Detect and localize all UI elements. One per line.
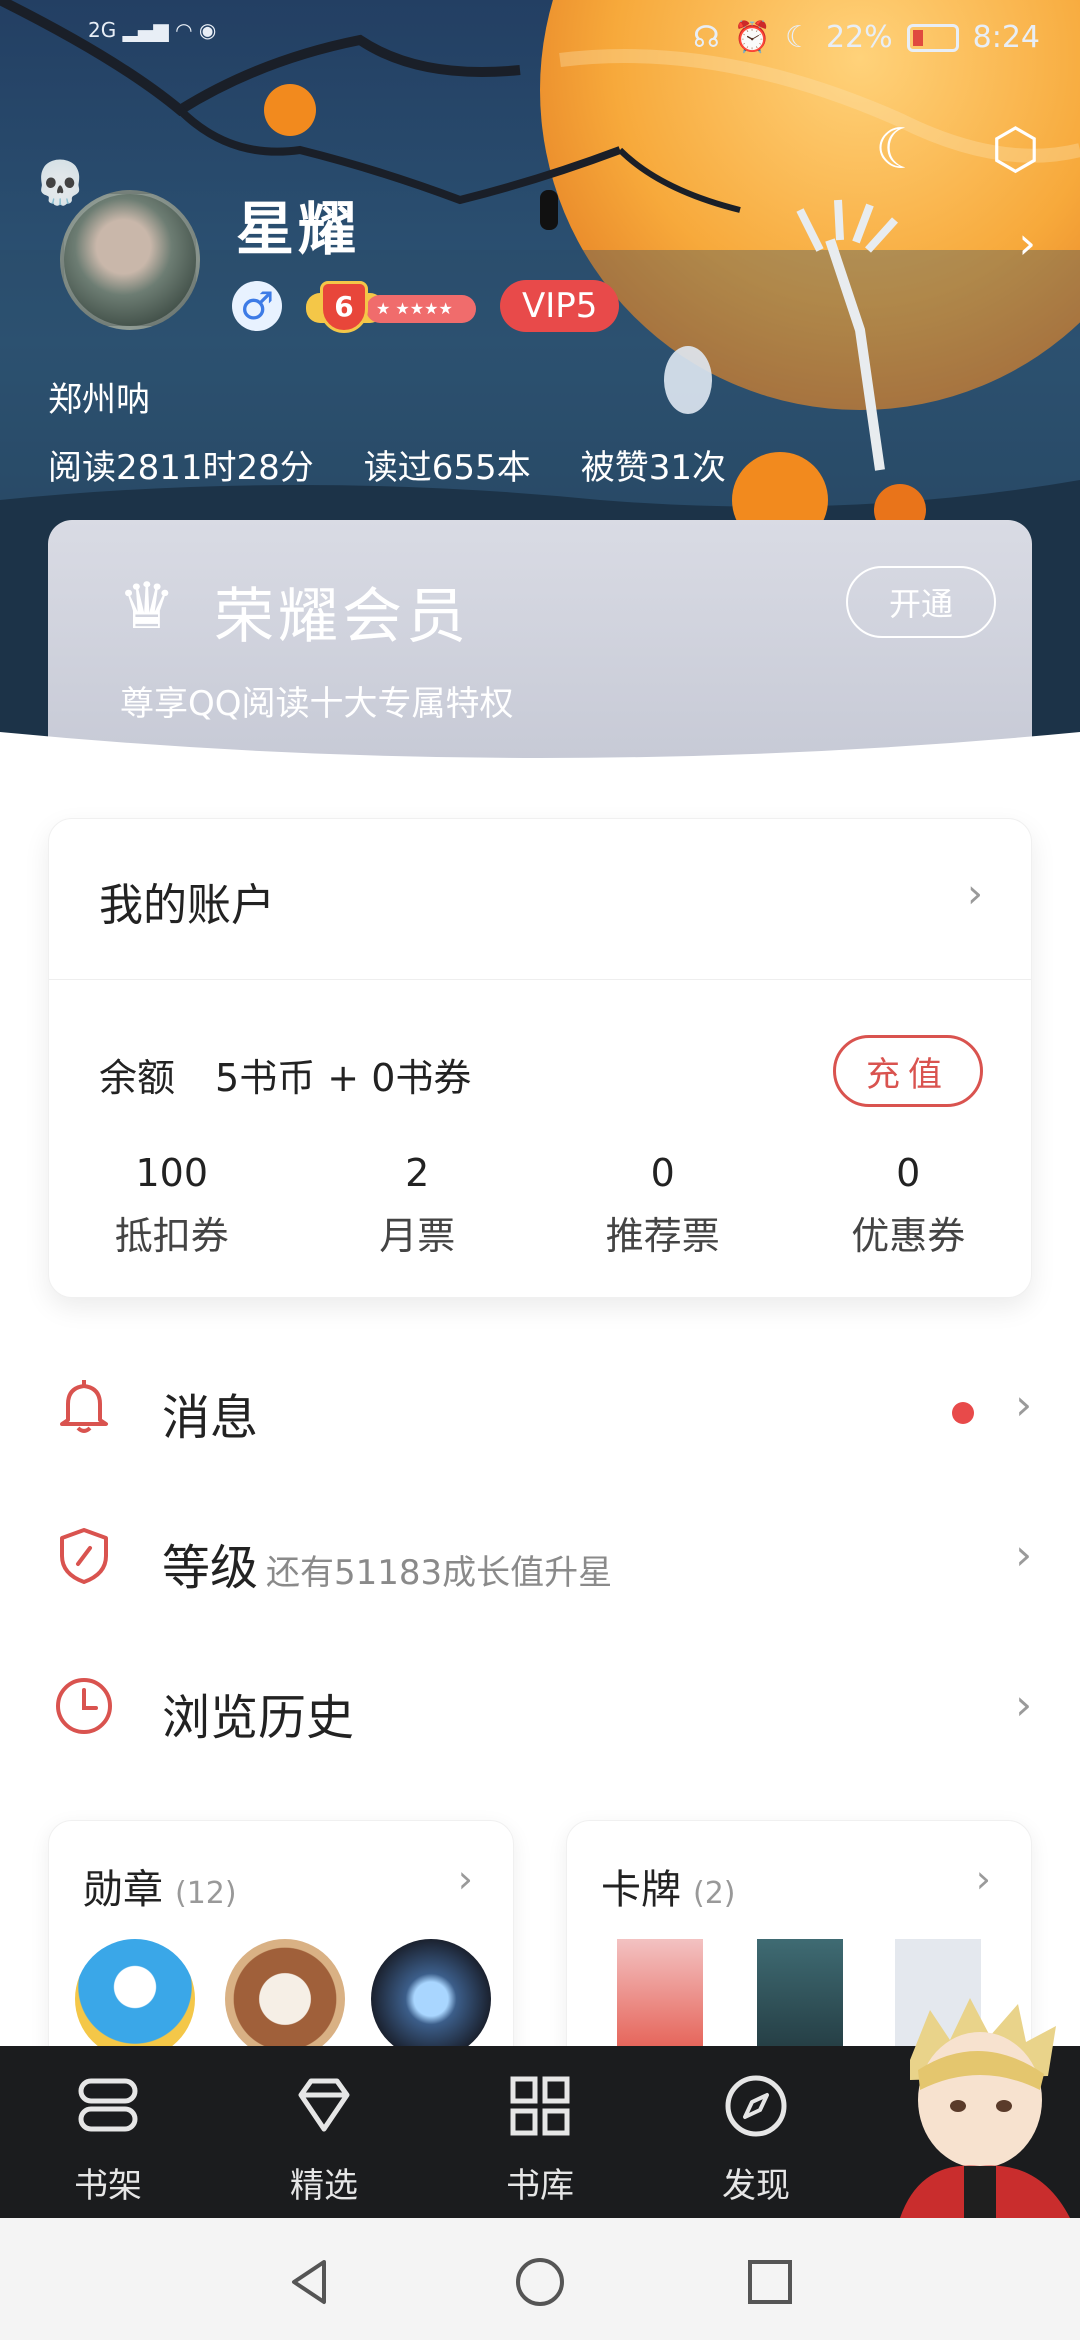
status-bar: 2G ▂▄▆ ◠ ◉ ☊ ⏰ ☾ 22% 8:24 (0, 0, 1080, 80)
menu-label: 等级 (162, 1540, 259, 1596)
reading-stats: 阅读2811时28分 读过655本 被赞31次 (48, 440, 726, 489)
chevron-right-icon: › (457, 1857, 473, 1901)
recharge-button[interactable]: 充值 (833, 1035, 983, 1107)
user-location: 郑州呐 (48, 380, 150, 420)
menu-item-level[interactable]: 等级 还有51183成长值升星 › (0, 1500, 1080, 1620)
clock-icon (56, 1678, 112, 1734)
divider (49, 979, 1031, 980)
menu-item-history[interactable]: 浏览历史 › (0, 1650, 1080, 1770)
avatar[interactable] (60, 190, 200, 330)
read-time-stat: 阅读2811时28分 (48, 448, 314, 488)
nav-bookshelf[interactable]: 书架 (38, 2066, 178, 2207)
medal-penguin[interactable] (75, 1939, 195, 2059)
balance-value: 5书币 + 0书券 (215, 1056, 472, 1100)
profile-chevron-right-icon[interactable]: › (1018, 218, 1036, 269)
profile-header: 2G ▂▄▆ ◠ ◉ ☊ ⏰ ☾ 22% 8:24 ☾ ⬡ › 💀 星耀 ♂ 6… (0, 0, 1080, 760)
level-badge[interactable]: 6 ★ ★★★★ (306, 281, 476, 333)
medals-title: 勋章 (83, 1867, 163, 1913)
cards-title: 卡牌 (601, 1867, 681, 1913)
hexagon-settings-icon[interactable]: ⬡ (991, 120, 1040, 180)
menu-label: 浏览历史 (162, 1690, 355, 1746)
level-number: 6 (320, 281, 368, 333)
ticket-row: 100 抵扣券 2 月票 0 推荐票 0 优惠券 (49, 1151, 1031, 1260)
ticket-monthly[interactable]: 2 月票 (295, 1151, 541, 1260)
diamond-icon (298, 2078, 350, 2132)
bell-icon (60, 1380, 108, 1433)
level-stars: ★ ★★★★ (366, 295, 476, 323)
skull-decoration: 💀 (34, 158, 87, 207)
cards-count: (2) (693, 1876, 736, 1911)
back-triangle-icon[interactable] (282, 2254, 338, 2310)
male-gender-icon: ♂ (232, 281, 282, 331)
account-card: 我的账户 › 余额 5书币 + 0书券 充值 100 抵扣券 2 月票 0 推荐… (48, 818, 1032, 1298)
system-navigation-bar (0, 2218, 1080, 2340)
bookshelf-icon (78, 2078, 138, 2132)
ticket-coupon[interactable]: 0 优惠券 (786, 1151, 1032, 1260)
balance-label: 余额 (99, 1056, 176, 1100)
alarm-icon: ⏰ (733, 20, 772, 55)
medals-panel[interactable]: 勋章 (12) › (48, 1820, 514, 2070)
books-read-stat: 读过655本 (363, 448, 531, 488)
moon-icon[interactable]: ☾ (875, 120, 925, 180)
membership-title: 荣耀会员 (214, 582, 470, 652)
menu-label: 消息 (162, 1390, 259, 1446)
nav-discover[interactable]: 发现 (686, 2066, 826, 2207)
compass-icon (725, 2075, 787, 2137)
medal-bronze[interactable] (225, 1939, 345, 2059)
clock: 8:24 (972, 20, 1040, 55)
battery-percent: 22% (825, 20, 893, 55)
chevron-right-icon: › (1015, 1380, 1032, 1429)
crown-icon: ♛ (118, 570, 176, 644)
battery-icon (906, 23, 959, 52)
open-membership-button[interactable]: 开通 (846, 566, 996, 638)
balance-row: 余额 5书币 + 0书券 (99, 1047, 471, 1102)
badge-row: ♂ 6 ★ ★★★★ VIP5 (232, 280, 620, 333)
membership-subtitle: 尊享QQ阅读十大专属特权 (120, 684, 514, 724)
unread-dot (952, 1402, 974, 1424)
chevron-right-icon: › (975, 1857, 991, 1901)
nav-featured[interactable]: 精选 (254, 2066, 394, 2207)
menu-item-messages[interactable]: 消息 › (0, 1350, 1080, 1470)
ticket-recommend[interactable]: 0 推荐票 (540, 1151, 786, 1260)
signal-indicator: 2G ▂▄▆ ◠ ◉ (88, 18, 217, 42)
recents-square-icon[interactable] (742, 2254, 798, 2310)
medal-crystal[interactable] (371, 1939, 491, 2059)
moon-status-icon: ☾ (785, 20, 812, 55)
nav-library[interactable]: 书库 (470, 2066, 610, 2207)
chevron-right-icon[interactable]: › (967, 871, 983, 917)
medals-count: (12) (175, 1876, 237, 1911)
username[interactable]: 星耀 (236, 182, 360, 266)
shield-icon (60, 1528, 108, 1584)
account-title[interactable]: 我的账户 (99, 869, 275, 933)
home-circle-icon[interactable] (512, 2254, 568, 2310)
grid-icon (510, 2076, 570, 2136)
header-curve (0, 732, 1080, 760)
level-hint: 还有51183成长值升星 (266, 1553, 613, 1593)
anime-mascot[interactable] (880, 1990, 1080, 2218)
chevron-right-icon: › (1015, 1680, 1032, 1729)
likes-stat: 被赞31次 (580, 448, 726, 488)
headphone-icon: ☊ (693, 20, 720, 55)
vip-badge[interactable]: VIP5 (500, 280, 620, 332)
ticket-deduction[interactable]: 100 抵扣券 (49, 1151, 295, 1260)
chevron-right-icon: › (1015, 1530, 1032, 1579)
